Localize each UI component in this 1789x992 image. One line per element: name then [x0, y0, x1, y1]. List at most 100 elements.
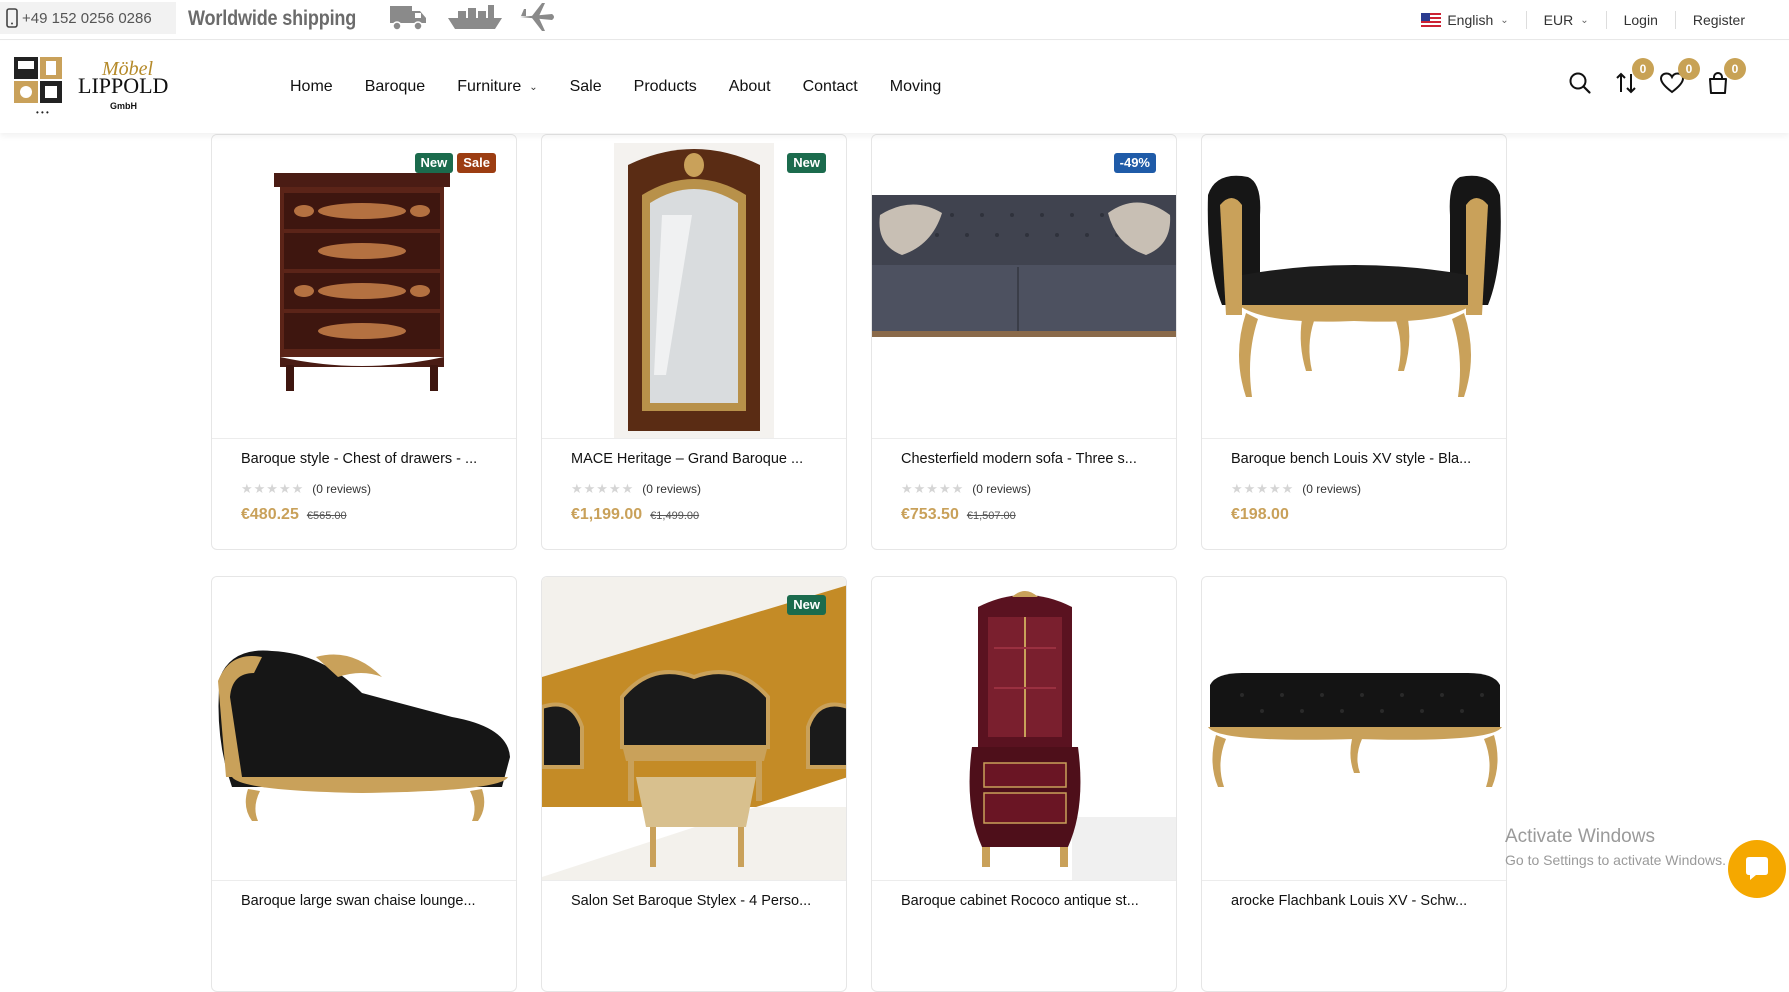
chat-button[interactable]: [1728, 840, 1786, 898]
nav-furniture[interactable]: Furniture ⌄: [457, 78, 537, 96]
language-label: English: [1447, 12, 1494, 28]
windows-activation-watermark: Activate Windows Go to Settings to activ…: [1505, 826, 1726, 868]
search-button[interactable]: [1566, 69, 1594, 97]
main-nav: Home Baroque Furniture ⌄ Sale Products A…: [274, 41, 957, 133]
product-grid: New Sale Baroque style - Chest of drawer…: [211, 134, 1508, 992]
product-rating: ★★★★★ (0 reviews): [241, 481, 487, 497]
review-count: (0 reviews): [972, 482, 1031, 496]
discount-badge: -49%: [1113, 153, 1156, 173]
login-link[interactable]: Login: [1607, 10, 1675, 30]
currency-selector[interactable]: EUR ⌄: [1527, 10, 1606, 30]
product-image[interactable]: [1202, 135, 1506, 439]
nav-sale[interactable]: Sale: [570, 78, 602, 96]
product-title[interactable]: Baroque style - Chest of drawers - ...: [241, 451, 487, 473]
product-title[interactable]: Baroque cabinet Rococo antique st...: [901, 893, 1147, 915]
chat-icon: [1746, 857, 1768, 880]
product-image[interactable]: [212, 577, 516, 881]
star-rating-icon: ★★★★★: [901, 481, 965, 496]
product-image[interactable]: [1202, 577, 1506, 881]
site-logo[interactable]: • • • Möbel LIPPOLD GmbH: [12, 53, 182, 119]
wishlist-button[interactable]: 0: [1658, 58, 1700, 97]
logo-text: LIPPOLD: [78, 73, 168, 98]
product-badges: New Sale: [414, 153, 496, 173]
cart-button[interactable]: 0: [1704, 58, 1746, 97]
product-rating: ★★★★★ (0 reviews): [571, 481, 817, 497]
new-badge: New: [787, 595, 826, 615]
activate-subtitle: Go to Settings to activate Windows.: [1505, 852, 1726, 868]
language-selector[interactable]: English ⌄: [1404, 10, 1525, 30]
chevron-down-icon: ⌄: [529, 81, 538, 93]
product-title[interactable]: Baroque large swan chaise lounge...: [241, 893, 487, 915]
product-card[interactable]: Baroque cabinet Rococo antique st...: [871, 576, 1177, 992]
new-badge: New: [414, 153, 454, 173]
product-price: €1,199.00 €1,499.00: [571, 506, 817, 524]
product-card[interactable]: New Salon Set Baroque Stylex - 4 Perso..…: [541, 576, 847, 992]
search-icon: [1569, 72, 1591, 94]
old-price: €1,507.00: [966, 510, 1016, 522]
compare-button[interactable]: 0: [1612, 58, 1654, 97]
product-card[interactable]: arocke Flachbank Louis XV - Schw...: [1201, 576, 1507, 992]
star-rating-icon: ★★★★★: [241, 481, 305, 496]
product-card[interactable]: New Sale Baroque style - Chest of drawer…: [211, 134, 517, 550]
product-badges: -49%: [1113, 153, 1156, 173]
us-flag-icon: [1421, 13, 1442, 27]
product-card[interactable]: Baroque bench Louis XV style - Bla... ★★…: [1201, 134, 1507, 550]
truck-icon: [388, 2, 428, 37]
ship-icon: [446, 2, 504, 37]
chevron-down-icon: ⌄: [1500, 14, 1509, 26]
register-link[interactable]: Register: [1676, 10, 1789, 30]
product-price: €753.50 €1,507.00: [901, 506, 1147, 524]
top-right-menu: English ⌄ EUR ⌄ Login Register: [1404, 0, 1789, 40]
phone-number: +49 152 0256 0286: [22, 9, 152, 27]
header-actions: 0 0 0: [1566, 58, 1746, 97]
product-image[interactable]: -49%: [872, 135, 1176, 439]
review-count: (0 reviews): [312, 482, 371, 496]
svg-text:• • •: • • •: [36, 108, 49, 117]
logo-subtext: GmbH: [110, 101, 137, 111]
product-title[interactable]: MACE Heritage – Grand Baroque ...: [571, 451, 817, 473]
star-rating-icon: ★★★★★: [571, 481, 635, 496]
star-rating-icon: ★★★★★: [1231, 481, 1295, 496]
nav-baroque[interactable]: Baroque: [365, 78, 426, 96]
product-title[interactable]: Salon Set Baroque Stylex - 4 Perso...: [571, 893, 817, 915]
nav-home[interactable]: Home: [290, 78, 333, 96]
product-image[interactable]: New: [542, 577, 846, 881]
cart-count-badge: 0: [1724, 58, 1746, 80]
review-count: (0 reviews): [642, 482, 701, 496]
product-title[interactable]: Baroque bench Louis XV style - Bla...: [1231, 451, 1477, 473]
nav-moving[interactable]: Moving: [890, 78, 942, 96]
product-badges: New: [787, 153, 826, 173]
review-count: (0 reviews): [1302, 482, 1361, 496]
compare-count-badge: 0: [1632, 58, 1654, 80]
phone-icon: [6, 8, 18, 28]
shipping-text: Worldwide shipping: [188, 7, 357, 30]
product-price: €198.00: [1231, 506, 1477, 524]
sale-badge: Sale: [457, 153, 496, 173]
old-price: €1,499.00: [650, 510, 700, 522]
current-price: €753.50: [901, 506, 959, 523]
phone-contact[interactable]: +49 152 0256 0286: [0, 2, 176, 34]
product-image[interactable]: [872, 577, 1176, 881]
nav-products[interactable]: Products: [634, 78, 697, 96]
nav-contact[interactable]: Contact: [803, 78, 858, 96]
top-bar: +49 152 0256 0286 Worldwide shipping Eng…: [0, 0, 1789, 40]
shipping-info: Worldwide shipping: [188, 2, 556, 37]
old-price: €565.00: [306, 510, 347, 522]
current-price: €1,199.00: [571, 506, 643, 523]
product-rating: ★★★★★ (0 reviews): [1231, 481, 1477, 497]
product-card[interactable]: New MACE Heritage – Grand Baroque ... ★★…: [541, 134, 847, 550]
new-badge: New: [787, 153, 826, 173]
product-title[interactable]: Chesterfield modern sofa - Three s...: [901, 451, 1147, 473]
product-card[interactable]: -49% Chesterfield modern sofa - Three s.…: [871, 134, 1177, 550]
currency-label: EUR: [1543, 12, 1574, 28]
product-image[interactable]: New Sale: [212, 135, 516, 439]
plane-icon: [518, 1, 556, 38]
product-image[interactable]: New: [542, 135, 846, 439]
main-header: • • • Möbel LIPPOLD GmbH Home Baroque Fu…: [0, 41, 1789, 133]
nav-furniture-label: Furniture: [457, 78, 522, 95]
nav-about[interactable]: About: [729, 78, 771, 96]
wishlist-count-badge: 0: [1678, 58, 1700, 80]
product-card[interactable]: Baroque large swan chaise lounge...: [211, 576, 517, 992]
product-title[interactable]: arocke Flachbank Louis XV - Schw...: [1231, 893, 1477, 915]
current-price: €480.25: [241, 506, 299, 523]
